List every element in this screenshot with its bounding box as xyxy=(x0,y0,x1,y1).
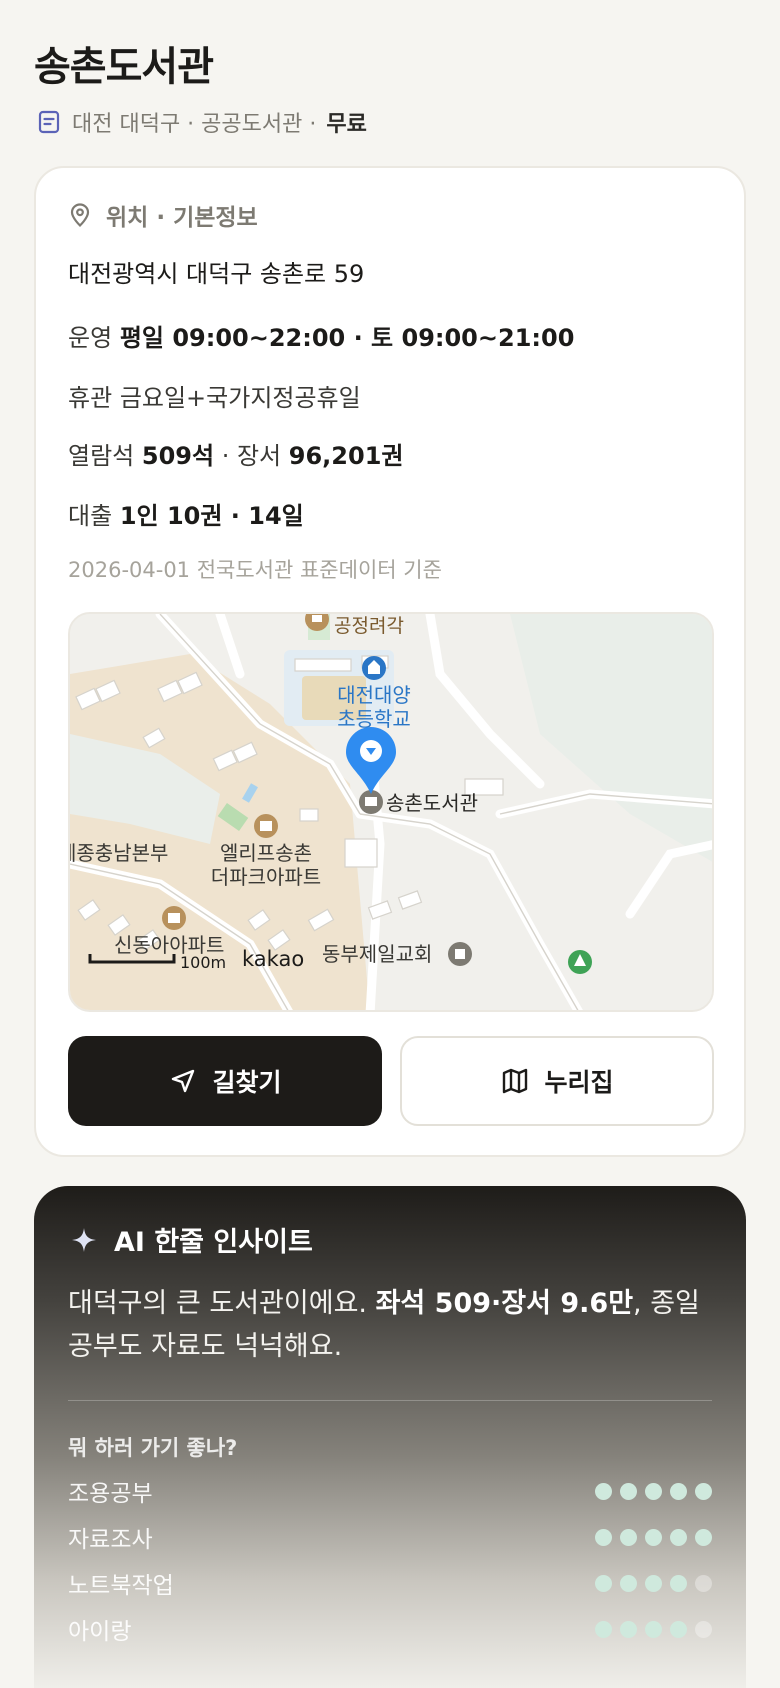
books-value: 96,201권 xyxy=(288,442,404,470)
park-poi-icon xyxy=(568,950,592,974)
apartment-poi-icon xyxy=(254,814,278,838)
rating-dot-filled xyxy=(595,1528,612,1546)
rating-dot-filled xyxy=(695,1482,712,1500)
rating-dot-filled xyxy=(670,1574,687,1592)
rating-dot-filled xyxy=(620,1620,637,1638)
rating-label: 노트북작업 xyxy=(68,1573,174,1599)
rating-label: 아이랑 xyxy=(68,1619,132,1645)
rating-row: 아이랑 xyxy=(68,1612,712,1646)
map-brand-logo: kakao xyxy=(242,947,304,971)
directions-label: 길찾기 xyxy=(212,1068,282,1097)
church-poi-icon xyxy=(448,942,472,966)
info-card: 위치 · 기본정보 대전광역시 대덕구 송촌로 59 운영 평일 09:00~2… xyxy=(34,166,746,1157)
rating-dot-filled xyxy=(620,1574,637,1592)
closed-days: 휴관 금요일+국가지정공휴일 xyxy=(68,378,361,413)
opening-hours: 운영 평일 09:00~22:00 · 토 09:00~21:00 xyxy=(68,318,574,353)
rating-dot-filled xyxy=(620,1528,637,1546)
map-label-pavilion: 공정려각 xyxy=(334,615,404,637)
rating-dots xyxy=(595,1574,712,1592)
directions-button[interactable]: 길찾기 xyxy=(68,1036,382,1126)
map-scale-label: 100m xyxy=(180,953,226,972)
location-pin-icon xyxy=(66,201,94,229)
rating-label: 조용공부 xyxy=(68,1481,153,1507)
seats-label: 열람석 xyxy=(68,442,135,470)
location-map[interactable]: 공정려각 대전대양 초등학교 송촌도서관 엘리프송촌 더파크아파트 종충남본부 … xyxy=(68,612,714,1012)
rating-dot-filled xyxy=(595,1574,612,1592)
rating-dot-filled xyxy=(595,1482,612,1500)
library-category: 대전 대덕구 · 공공도서관 · xyxy=(72,112,317,137)
map-label-church: 동부제일교회 xyxy=(322,942,432,966)
rating-dot-filled xyxy=(695,1528,712,1546)
rating-row: 노트북작업 xyxy=(68,1566,712,1600)
fee-badge: 무료 xyxy=(326,112,367,137)
hours-label: 운영 xyxy=(68,324,113,352)
loan-value: 1인 10권 · 14일 xyxy=(119,502,304,530)
rating-dot-empty xyxy=(695,1574,712,1592)
map-label-area: 세종충남본부 xyxy=(70,841,168,865)
rating-dots xyxy=(595,1482,712,1500)
school-poi-icon xyxy=(362,656,386,680)
info-section-header: 위치 · 기본정보 xyxy=(66,198,258,232)
rating-dot-empty xyxy=(695,1620,712,1638)
seats-value: 509석 xyxy=(141,442,215,470)
rating-row: 자료조사 xyxy=(68,1520,712,1554)
closed-label: 휴관 xyxy=(68,384,113,412)
map-label-apartment-1a: 엘리프송촌 xyxy=(220,841,312,865)
apartment-2-poi-icon xyxy=(162,906,186,930)
rating-dot-filled xyxy=(645,1482,662,1500)
rating-dot-filled xyxy=(670,1620,687,1638)
divider xyxy=(68,1400,712,1401)
sparkle-icon xyxy=(70,1226,98,1254)
rating-dots xyxy=(595,1528,712,1546)
rating-dots xyxy=(595,1620,712,1638)
rating-label: 자료조사 xyxy=(68,1527,153,1553)
rating-dot-filled xyxy=(645,1574,662,1592)
ai-text-prefix: 대덕구의 큰 도서관이에요. xyxy=(68,1288,367,1319)
website-label: 누리집 xyxy=(544,1068,614,1097)
hours-value: 평일 09:00~22:00 · 토 09:00~21:00 xyxy=(119,324,575,352)
page-title: 송촌도서관 xyxy=(34,44,214,90)
map-label-apartment-1b: 더파크아파트 xyxy=(211,865,321,889)
map-icon xyxy=(500,1066,530,1096)
loan-label: 대출 xyxy=(68,502,113,530)
rating-dot-filled xyxy=(620,1482,637,1500)
ai-insight-text: 대덕구의 큰 도서관이에요. 좌석 509·장서 9.6만, 종일 공부도 자료… xyxy=(68,1282,718,1368)
ai-insight-header: AI 한줄 인사이트 xyxy=(70,1220,313,1259)
rating-row: 조용공부 xyxy=(68,1474,712,1508)
website-button[interactable]: 누리집 xyxy=(400,1036,714,1126)
loan-policy: 대출 1인 10권 · 14일 xyxy=(68,496,304,531)
address: 대전광역시 대덕구 송촌로 59 xyxy=(68,260,365,288)
ai-insight-title: AI 한줄 인사이트 xyxy=(114,1227,313,1258)
ai-insight-card: AI 한줄 인사이트 대덕구의 큰 도서관이에요. 좌석 509·장서 9.6만… xyxy=(34,1186,746,1688)
seats-and-books: 열람석 509석 · 장서 96,201권 xyxy=(68,436,403,471)
document-icon xyxy=(36,109,62,135)
books-label: · 장서 xyxy=(221,442,282,470)
navigation-arrow-icon xyxy=(168,1066,198,1096)
rating-dot-filled xyxy=(645,1528,662,1546)
library-subline: 대전 대덕구 · 공공도서관 · 무료 xyxy=(36,106,367,138)
closed-value: 금요일+국가지정공휴일 xyxy=(119,384,361,412)
rating-dot-filled xyxy=(670,1528,687,1546)
rating-dot-filled xyxy=(595,1620,612,1638)
rating-dot-filled xyxy=(670,1482,687,1500)
data-source: 2026-04-01 전국도서관 표준데이터 기준 xyxy=(68,558,442,582)
ai-text-highlight: 좌석 509·장서 9.6만 xyxy=(375,1288,634,1319)
ai-question: 뭐 하러 가기 좋나? xyxy=(68,1436,238,1460)
rating-dot-filled xyxy=(645,1620,662,1638)
map-label-school-1: 대전대양 xyxy=(337,683,411,707)
info-section-title: 위치 · 기본정보 xyxy=(106,205,258,231)
map-label-library: 송촌도서관 xyxy=(386,791,478,815)
